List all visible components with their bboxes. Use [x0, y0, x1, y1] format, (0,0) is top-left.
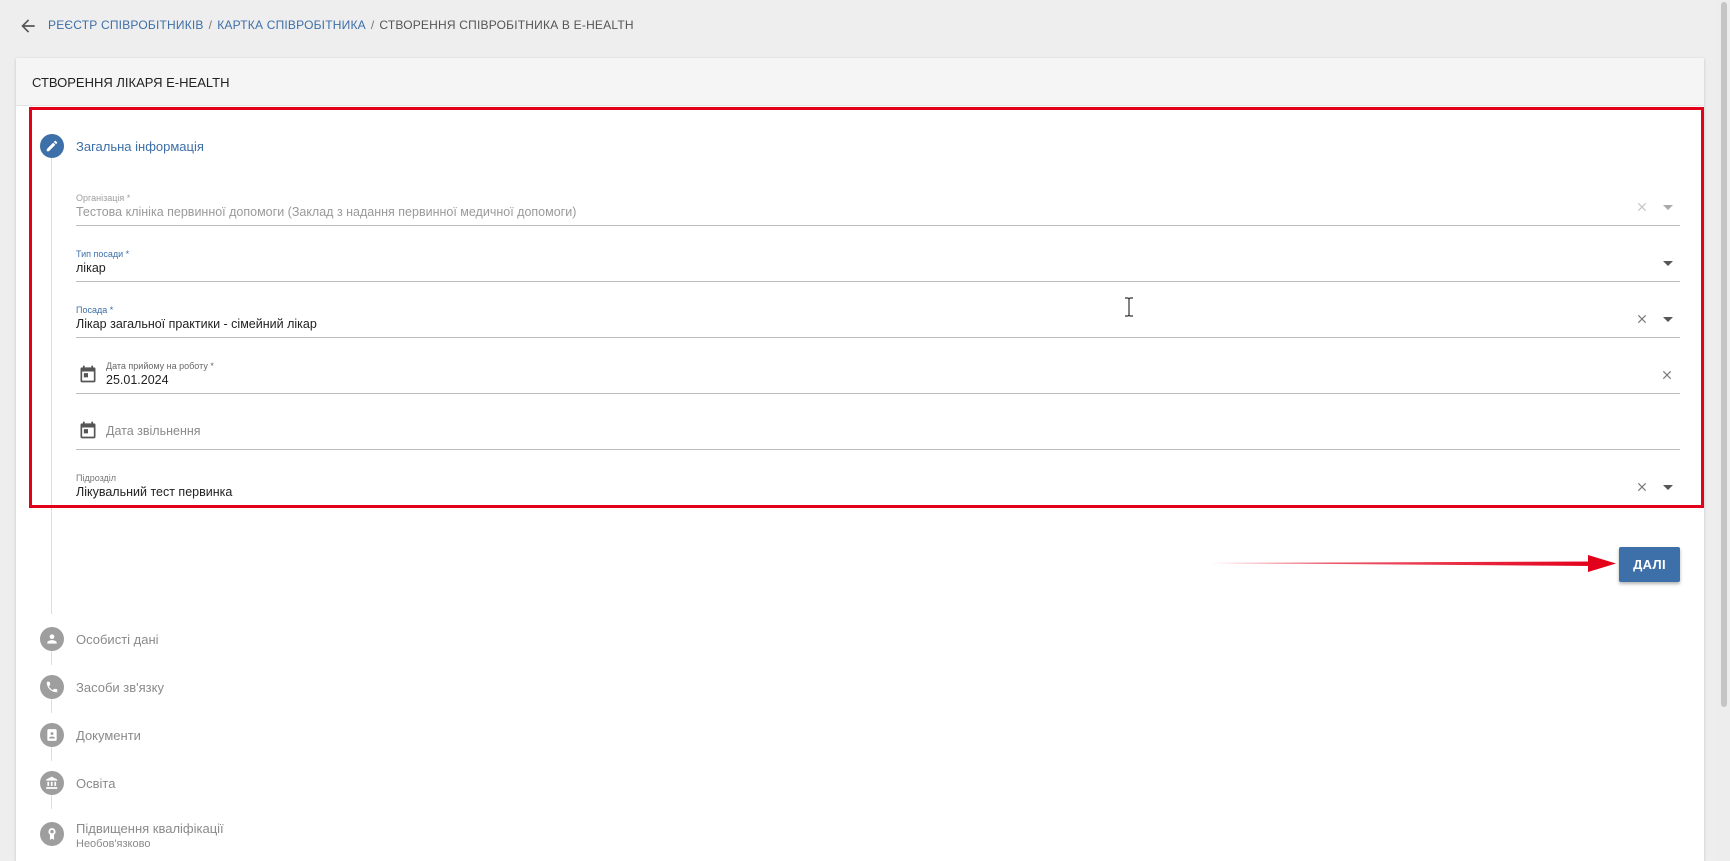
breadcrumb-separator: /	[370, 18, 375, 32]
dismissal-date-placeholder[interactable]: Дата звільнення	[106, 424, 201, 438]
step-personal-data[interactable]	[40, 627, 64, 651]
division-value[interactable]: Лікувальний тест первинка	[76, 485, 232, 499]
chevron-down-icon[interactable]	[1663, 317, 1673, 322]
step-qualification[interactable]	[40, 822, 64, 846]
stepper-connector	[51, 795, 52, 809]
organization-value: Тестова клініка первинної допомоги (Закл…	[76, 205, 577, 219]
division-label: Підрозділ	[76, 473, 117, 483]
id-card-icon	[47, 729, 57, 741]
organization-select: Організація * Тестова клініка первинної …	[76, 174, 1680, 226]
step-title-general-info[interactable]: Загальна інформація	[76, 139, 204, 154]
phone-icon	[46, 681, 58, 693]
step-title-contacts[interactable]: Засоби зв'язку	[76, 680, 164, 695]
pencil-icon	[46, 140, 58, 152]
hire-date-label: Дата прийому на роботу *	[106, 361, 214, 371]
clear-icon[interactable]	[1660, 368, 1674, 382]
step-title-education[interactable]: Освіта	[76, 776, 115, 791]
breadcrumb-link-employee-card[interactable]: КАРТКА СПІВРОБІТНИКА	[217, 18, 366, 32]
calendar-icon[interactable]	[78, 364, 98, 384]
position-type-value[interactable]: лікар	[76, 261, 106, 275]
position-type-select[interactable]: Тип посади * лікар	[76, 230, 1680, 282]
stepper-connector	[51, 651, 52, 665]
card-title: СТВОРЕННЯ ЛІКАРЯ E-HEALTH	[16, 58, 1704, 106]
step-education[interactable]	[40, 771, 64, 795]
step-title-personal-data[interactable]: Особисті дані	[76, 632, 159, 647]
breadcrumb-separator: /	[208, 18, 213, 32]
position-select[interactable]: Посада * Лікар загальної практики - сіме…	[76, 286, 1680, 338]
stepper-connector	[51, 747, 52, 761]
chevron-down-icon	[1663, 205, 1673, 210]
breadcrumb-link-registry[interactable]: РЕЄСТР СПІВРОБІТНИКІВ	[48, 18, 204, 32]
division-select[interactable]: Підрозділ Лікувальний тест первинка	[76, 454, 1680, 502]
step-documents[interactable]	[40, 723, 64, 747]
award-icon	[48, 828, 56, 840]
scrollbar-thumb[interactable]	[1721, 2, 1727, 707]
step-title-documents[interactable]: Документи	[76, 728, 141, 743]
clear-icon[interactable]	[1635, 312, 1649, 326]
position-label: Посада *	[76, 305, 114, 315]
calendar-icon[interactable]	[78, 420, 98, 440]
text-cursor-icon	[1125, 297, 1133, 317]
person-icon	[47, 634, 57, 644]
hire-date-value[interactable]: 25.01.2024	[106, 373, 169, 387]
step-title-qualification[interactable]: Підвищення кваліфікації	[76, 821, 224, 836]
annotation-arrow-icon	[1210, 555, 1616, 572]
next-button[interactable]: ДАЛІ	[1619, 547, 1680, 582]
stepper-connector	[51, 699, 52, 713]
step-contacts[interactable]	[40, 675, 64, 699]
chevron-down-icon[interactable]	[1663, 485, 1673, 490]
clear-icon	[1637, 202, 1647, 212]
breadcrumb: РЕЄСТР СПІВРОБІТНИКІВ / КАРТКА СПІВРОБІТ…	[48, 18, 634, 32]
hire-date-field[interactable]: Дата прийому на роботу * 25.01.2024	[76, 342, 1680, 394]
chevron-down-icon[interactable]	[1663, 261, 1673, 266]
dismissal-date-field[interactable]: Дата звільнення	[76, 398, 1680, 450]
breadcrumb-current: СТВОРЕННЯ СПІВРОБІТНИКА В E-HEALTH	[379, 18, 634, 32]
page-scrollbar[interactable]	[1718, 0, 1730, 861]
step-general-info[interactable]	[40, 134, 64, 158]
institution-icon	[46, 776, 58, 789]
stepper-connector	[51, 158, 52, 614]
top-bar: РЕЄСТР СПІВРОБІТНИКІВ / КАРТКА СПІВРОБІТ…	[0, 0, 1730, 52]
step-subtitle-optional: Необов'язково	[76, 838, 151, 850]
position-value[interactable]: Лікар загальної практики - сімейний ліка…	[76, 317, 317, 331]
position-type-label: Тип посади *	[76, 249, 130, 259]
organization-label: Організація *	[76, 193, 131, 203]
clear-icon[interactable]	[1635, 480, 1649, 494]
back-arrow-icon[interactable]	[18, 16, 38, 36]
